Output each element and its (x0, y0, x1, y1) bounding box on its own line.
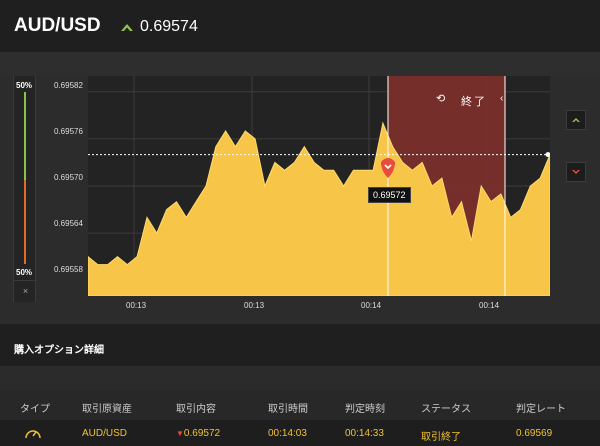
cell-content-value: 0.69572 (183, 428, 221, 439)
call-button[interactable] (566, 110, 586, 130)
column-header: 取引時間 (268, 404, 308, 415)
cell-judge-rate: 0.69569 (516, 428, 553, 439)
chevron-left-icon[interactable]: ‹ (500, 93, 503, 104)
column-header: タイプ (20, 404, 50, 415)
details-title: 購入オプション詳細 (14, 345, 104, 356)
column-header: ステータス (421, 404, 471, 415)
y-tick-label: 0.69570 (54, 173, 83, 182)
x-tick-label: 00:14 (479, 301, 500, 310)
cell-trade-time: 00:14:03 (268, 428, 307, 439)
y-tick-label: 0.69558 (54, 265, 83, 274)
toolbar-strip (0, 52, 600, 76)
cell-content: ▼0.69572 (176, 428, 220, 439)
down-triangle-icon: ▼ (176, 429, 184, 438)
up-triangle-icon (121, 24, 133, 31)
put-button[interactable] (566, 162, 586, 182)
column-header: 判定レート (516, 404, 566, 415)
y-tick-label: 0.69582 (54, 81, 83, 90)
gauge-put-bar (24, 180, 26, 264)
x-tick-label: 00:13 (244, 301, 265, 310)
pair-title: AUD/USD (14, 15, 101, 36)
current-rate-dot (545, 152, 550, 158)
column-header: 取引原資産 (82, 404, 132, 415)
timer-icon (25, 430, 41, 439)
price-chart[interactable] (88, 76, 550, 296)
price-chart-svg (88, 76, 550, 296)
gauge-call-bar (24, 92, 26, 180)
gauge-top-label: 50% (16, 81, 33, 90)
gauge-bottom-label: 50% (16, 268, 33, 277)
cell-asset: AUD/USD (82, 428, 128, 439)
column-header: 判定時刻 (345, 404, 385, 415)
header-bar: AUD/USD 0.69574 (0, 0, 600, 52)
x-tick-label: 00:13 (126, 301, 147, 310)
current-rate: 0.69574 (140, 18, 198, 35)
history-icon[interactable]: ⟲ (436, 92, 445, 105)
chevron-up-icon (572, 118, 580, 122)
x-tick-label: 00:14 (361, 301, 382, 310)
cell-judge-time: 00:14:33 (345, 428, 384, 439)
entry-rate-badge: 0.69572 (368, 187, 411, 203)
column-header: 取引内容 (176, 404, 216, 415)
chart-region: 50% 50% × 0.69582 0.69576 0.69570 0.6956… (0, 76, 600, 324)
chevron-down-icon (572, 170, 580, 174)
y-tick-label: 0.69564 (54, 219, 83, 228)
y-tick-label: 0.69576 (54, 127, 83, 136)
sentiment-gauge: 50% 50% × (13, 76, 37, 302)
expired-label: 終了 (461, 96, 487, 108)
cell-status: 取引終了 (421, 432, 461, 443)
gauge-close-button[interactable]: × (14, 280, 37, 300)
